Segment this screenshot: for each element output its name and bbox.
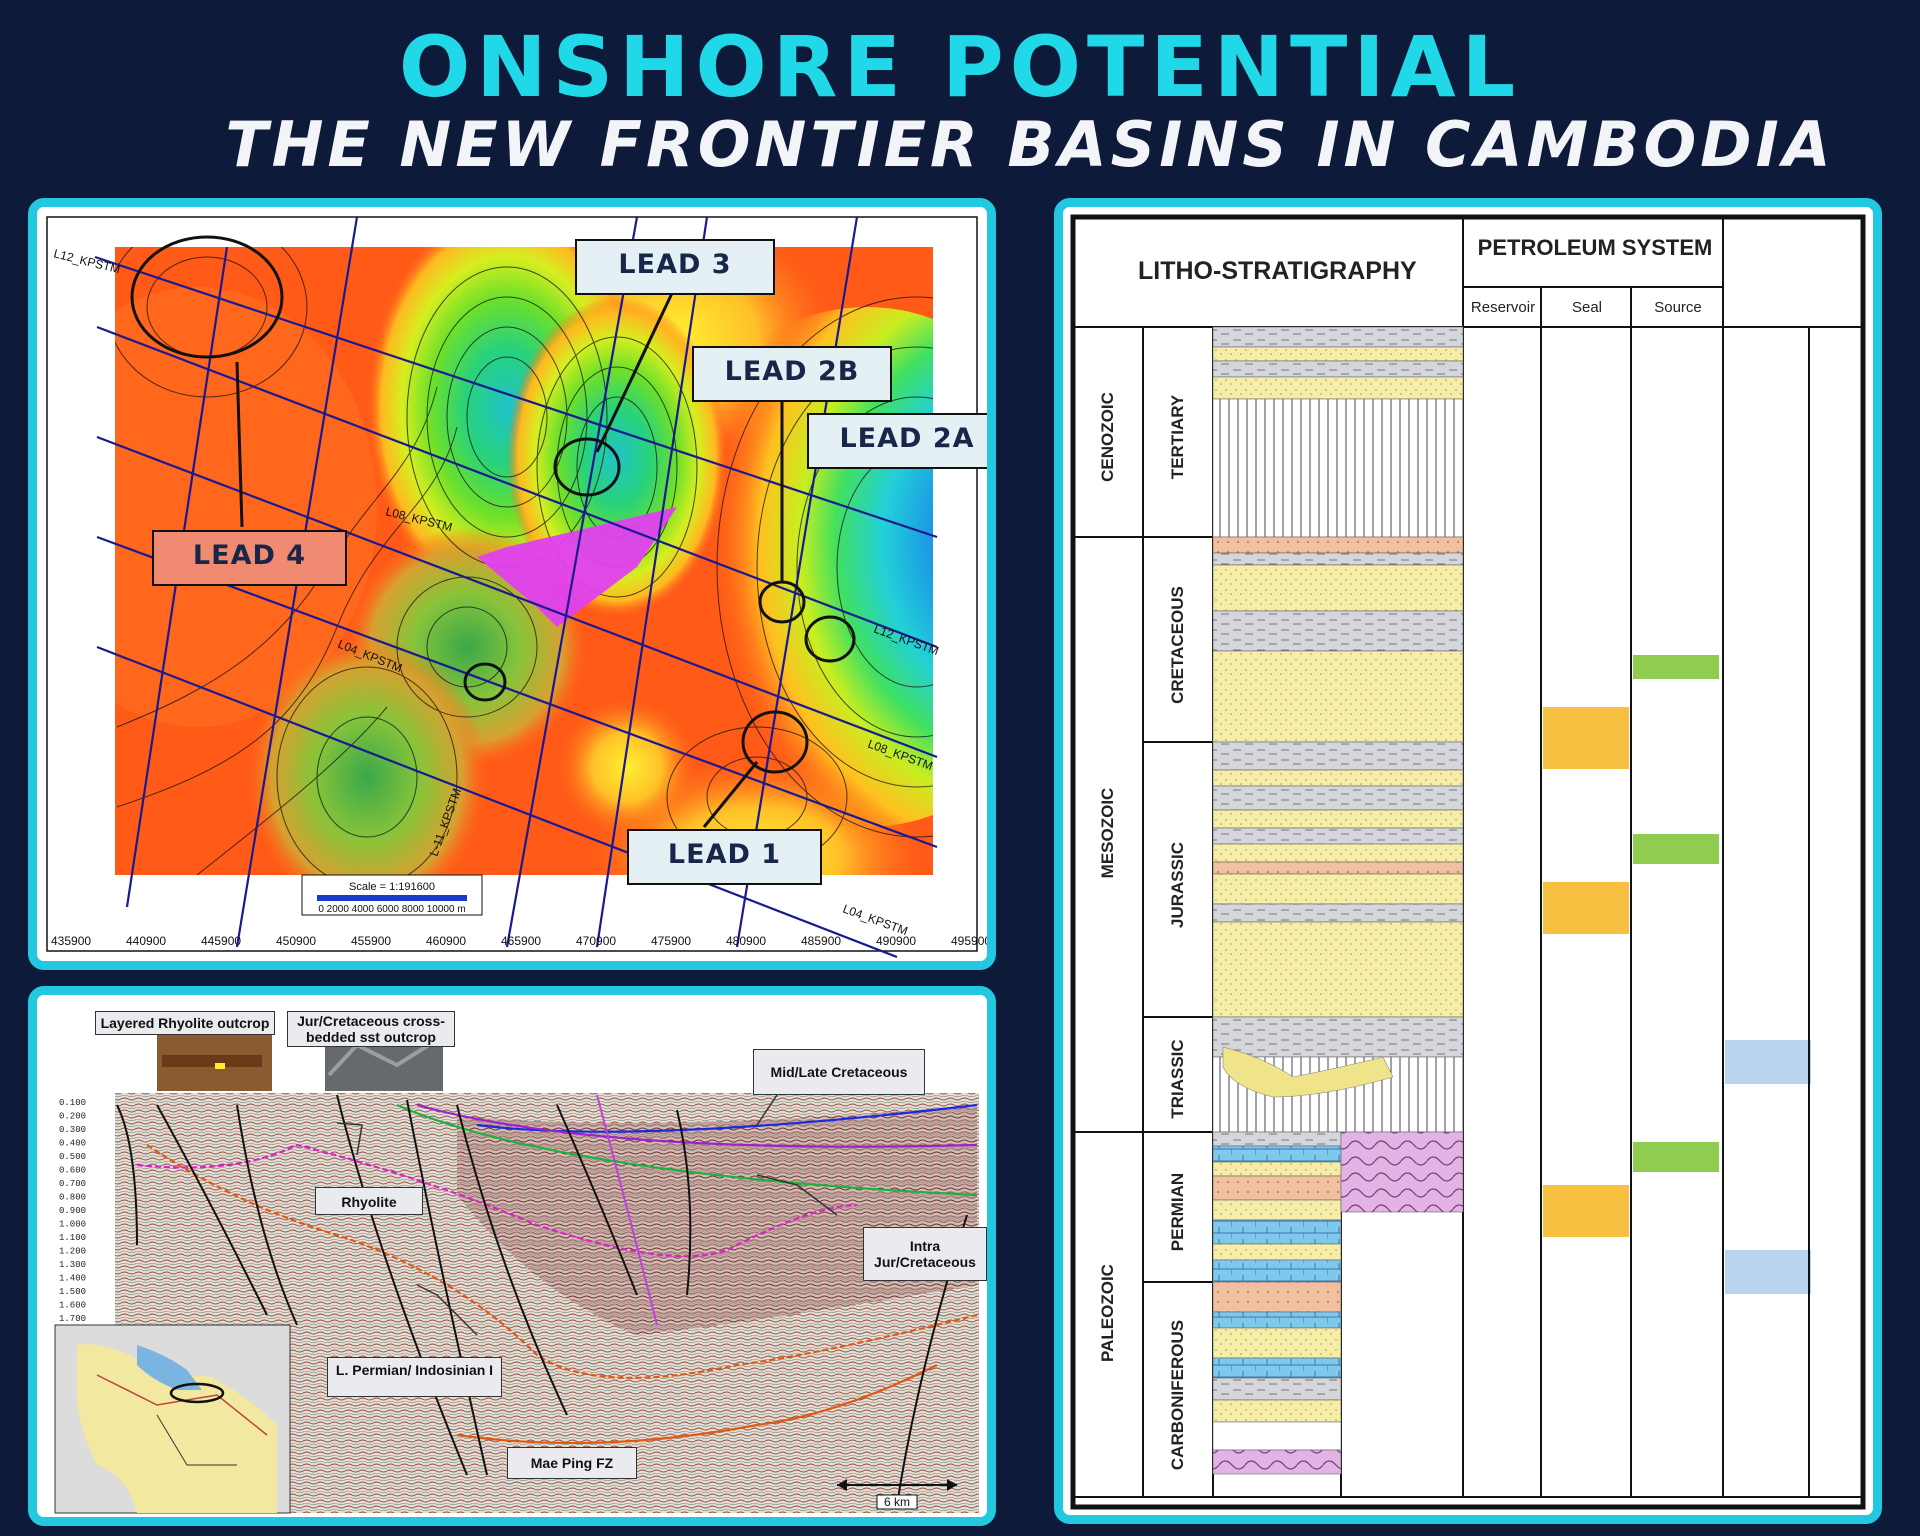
- map-x-tick: 440900: [126, 934, 166, 948]
- period-cretaceous: CRETACEOUS: [1168, 586, 1187, 704]
- depth-tick: 0.600: [59, 1166, 86, 1176]
- era-mesozoic: MESOZOIC: [1098, 787, 1117, 879]
- depth-tick: 1.600: [59, 1301, 86, 1311]
- depth-tick: 1.500: [59, 1287, 86, 1297]
- depth-tick: 0.200: [59, 1112, 86, 1122]
- lead-4-label: LEAD 4: [152, 530, 347, 586]
- era-paleozoic: PALEOZOIC: [1098, 1264, 1117, 1362]
- map-x-tick: 485900: [801, 934, 841, 948]
- scale-bar: Scale = 1:191600 0 2000 4000 6000 8000 1…: [301, 874, 483, 916]
- map-x-tick: 475900: [651, 934, 691, 948]
- map-x-tick: 460900: [426, 934, 466, 948]
- callout-rhyolite-outcrop: Layered Rhyolite outcrop: [95, 1011, 275, 1035]
- map-x-tick: 490900: [876, 934, 916, 948]
- map-x-tick: 495900: [951, 934, 987, 948]
- map-x-tick: 470900: [576, 934, 616, 948]
- lead-2b-label: LEAD 2B: [692, 346, 892, 402]
- scale-label: Scale = 1:191600: [349, 881, 435, 893]
- contour-map-panel: Scale = 1:191600 0 2000 4000 6000 8000 1…: [28, 198, 996, 970]
- source-bar: [1725, 1250, 1811, 1294]
- map-x-tick: 480900: [726, 934, 766, 948]
- location-inset-map: [54, 1324, 291, 1514]
- depth-tick: 0.100: [59, 1098, 86, 1108]
- seal-bar: [1633, 1142, 1719, 1172]
- seismic-section-panel: 0.100 0.200 0.300 0.400 0.500 0.600 0.700 0.800…: [28, 986, 996, 1526]
- depth-tick: 0.900: [59, 1206, 86, 1216]
- period-jurassic: JURASSIC: [1168, 842, 1187, 928]
- scale-ticks: 0 2000 4000 6000 8000 10000 m: [318, 904, 465, 915]
- map-x-tick: 445900: [201, 934, 241, 948]
- depth-tick: 1.200: [59, 1247, 86, 1257]
- reservoir-bar: [1543, 1185, 1629, 1237]
- depth-tick: 0.800: [59, 1193, 86, 1203]
- period-tertiary: TERTIARY: [1168, 394, 1187, 480]
- period-carboniferous: CARBONIFEROUS: [1168, 1319, 1187, 1471]
- depth-tick: 0.700: [59, 1179, 86, 1189]
- lead-2a-label: LEAD 2A: [807, 413, 987, 469]
- seal-bar: [1633, 655, 1719, 679]
- callout-sandstone-outcrop: Jur/Cretaceous cross-bedded sst outcrop: [287, 1011, 455, 1047]
- map-x-tick: 450900: [276, 934, 316, 948]
- callout-rhyolite: Rhyolite: [315, 1187, 423, 1215]
- era-cenozoic: CENOZOIC: [1098, 392, 1117, 482]
- map-x-tick: 465900: [501, 934, 541, 948]
- map-x-tick: 455900: [351, 934, 391, 948]
- col-seal: Seal: [1571, 299, 1603, 316]
- depth-tick: 1.000: [59, 1220, 86, 1230]
- lead-3-label: LEAD 3: [575, 239, 775, 295]
- reservoir-bar: [1543, 707, 1629, 769]
- petroleum-system-heading: PETROLEUM SYSTEM: [1477, 235, 1713, 260]
- depth-tick: 0.500: [59, 1152, 86, 1162]
- map-x-tick: 435900: [51, 934, 91, 948]
- callout-mae-ping-fz: Mae Ping FZ: [507, 1447, 637, 1479]
- col-reservoir: Reservoir: [1470, 299, 1536, 316]
- callout-intra-jur-cretaceous: Intra Jur/Cretaceous: [863, 1227, 987, 1281]
- callout-l-permian-indosinian: L. Permian/ Indosinian I: [327, 1357, 502, 1397]
- stratigraphy-panel: LITHO-STRATIGRAPHY PETROLEUM SYSTEM Rese…: [1054, 198, 1882, 1524]
- callout-mid-late-cretaceous: Mid/Late Cretaceous: [753, 1049, 925, 1095]
- period-permian: PERMIAN: [1168, 1172, 1187, 1252]
- depth-tick: 1.700: [59, 1314, 86, 1324]
- source-bar: [1725, 1040, 1811, 1084]
- depth-tick: 1.400: [59, 1274, 86, 1284]
- col-source: Source: [1654, 299, 1702, 316]
- reservoir-bar: [1543, 882, 1629, 934]
- depth-tick: 1.100: [59, 1233, 86, 1243]
- scale-6km: 6 km: [884, 1495, 910, 1509]
- depth-tick: 0.400: [59, 1139, 86, 1149]
- depth-tick: 1.300: [59, 1260, 86, 1270]
- litho-stratigraphy-heading: LITHO-STRATIGRAPHY: [1138, 257, 1417, 285]
- lead-1-label: LEAD 1: [627, 829, 822, 885]
- page-title: ONSHORE POTENTIAL: [398, 18, 1522, 116]
- depth-tick: 0.300: [59, 1125, 86, 1135]
- seal-bar: [1633, 834, 1719, 864]
- page-subtitle: THE NEW FRONTIER BASINS IN CAMBODIA: [225, 108, 1835, 181]
